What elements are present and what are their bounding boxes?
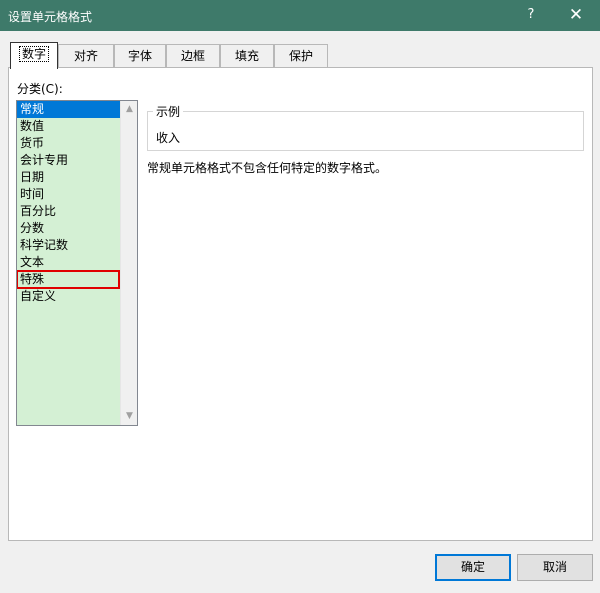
help-button[interactable]: ?	[520, 5, 542, 25]
list-item-scientific[interactable]: 科学记数	[17, 237, 121, 254]
list-scrollbar[interactable]: ▲ ▼	[120, 101, 137, 425]
list-item-fraction[interactable]: 分数	[17, 220, 121, 237]
sample-legend: 示例	[153, 103, 184, 120]
list-item-accounting[interactable]: 会计专用	[17, 152, 121, 169]
tab-number-label: 数字	[18, 46, 49, 62]
tab-protection-label: 保护	[288, 49, 313, 63]
list-item-special[interactable]: 特殊	[17, 270, 120, 289]
category-label: 分类(C):	[17, 82, 63, 96]
title-bar: 设置单元格格式 ? ✕	[0, 0, 600, 31]
tab-panel-number: 分类(C): 常规 数值 货币 会计专用 日期 时间 百分比 分数 科学记数 文…	[8, 67, 593, 541]
tab-font[interactable]: 字体	[114, 44, 166, 68]
chevron-up-icon[interactable]: ▲	[121, 101, 137, 118]
tab-border[interactable]: 边框	[166, 44, 220, 68]
tab-fill[interactable]: 填充	[220, 44, 274, 68]
cancel-button[interactable]: 取消	[517, 554, 593, 581]
list-item-number[interactable]: 数值	[17, 118, 121, 135]
tab-alignment[interactable]: 对齐	[58, 44, 114, 68]
sample-group: 示例 收入	[147, 103, 584, 151]
window-title: 设置单元格格式	[8, 10, 93, 24]
tab-number[interactable]: 数字	[10, 42, 58, 69]
tab-alignment-label: 对齐	[73, 49, 98, 63]
tab-border-label: 边框	[180, 49, 205, 63]
category-listbox[interactable]: 常规 数值 货币 会计专用 日期 时间 百分比 分数 科学记数 文本 特殊 自定…	[16, 100, 138, 426]
tab-protection[interactable]: 保护	[274, 44, 328, 68]
list-item-time[interactable]: 时间	[17, 186, 121, 203]
list-item-date[interactable]: 日期	[17, 169, 121, 186]
tab-fill-label: 填充	[234, 49, 259, 63]
tab-font-label: 字体	[127, 49, 152, 63]
list-item-general[interactable]: 常规	[17, 101, 121, 118]
close-button[interactable]: ✕	[562, 3, 590, 27]
list-item-custom[interactable]: 自定义	[17, 288, 121, 305]
format-description: 常规单元格格式不包含任何特定的数字格式。	[147, 161, 388, 175]
chevron-down-icon[interactable]: ▼	[121, 408, 137, 425]
list-item-text[interactable]: 文本	[17, 254, 121, 271]
sample-value: 收入	[156, 131, 181, 145]
list-item-currency[interactable]: 货币	[17, 135, 121, 152]
list-item-percentage[interactable]: 百分比	[17, 203, 121, 220]
ok-button[interactable]: 确定	[435, 554, 511, 581]
